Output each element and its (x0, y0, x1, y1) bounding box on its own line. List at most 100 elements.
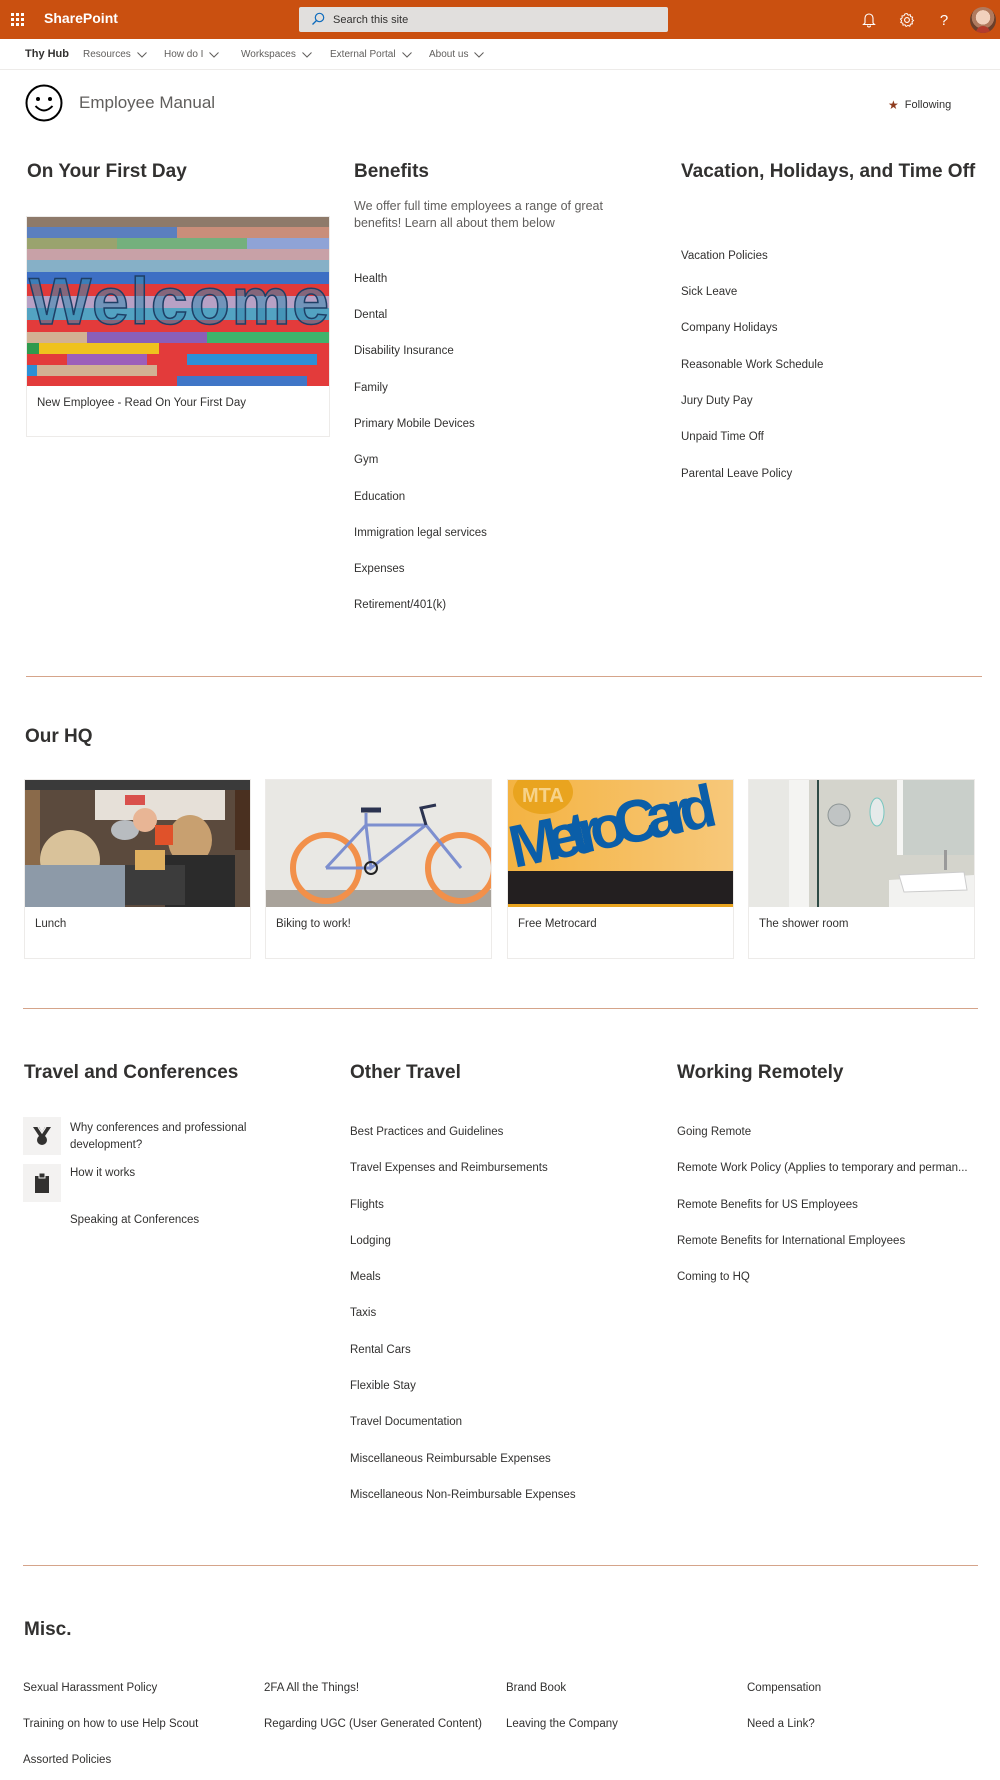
follow-label: Following (904, 99, 952, 111)
chevron-down-icon (209, 51, 220, 58)
other-travel-link[interactable]: Miscellaneous Reimbursable Expenses (350, 1453, 551, 1465)
hq-card-lunch[interactable]: Lunch (24, 779, 251, 959)
app-launcher-icon[interactable] (10, 12, 26, 28)
misc-link[interactable]: Regarding UGC (User Generated Content) (264, 1718, 482, 1730)
vacation-link[interactable]: Parental Leave Policy (681, 468, 792, 480)
hub-nav-how-do-i[interactable]: How do I (164, 49, 220, 60)
card-caption: The shower room (759, 918, 849, 930)
chevron-down-icon (474, 51, 485, 58)
other-travel-link[interactable]: Flights (350, 1199, 384, 1211)
search-icon (312, 12, 325, 25)
hub-home-link[interactable]: Thy Hub (25, 48, 69, 60)
misc-link[interactable]: Brand Book (506, 1682, 566, 1694)
hq-card-shower[interactable]: The shower room (748, 779, 975, 959)
benefits-link[interactable]: Dental (354, 309, 387, 321)
working-remotely-link[interactable]: Going Remote (677, 1126, 751, 1138)
other-travel-link[interactable]: Travel Documentation (350, 1416, 462, 1428)
misc-link[interactable]: 2FA All the Things! (264, 1682, 359, 1694)
benefits-link[interactable]: Disability Insurance (354, 345, 454, 357)
welcome-image: Welcome (27, 217, 329, 386)
search-input[interactable] (333, 7, 653, 32)
hub-nav-label: Workspaces (241, 49, 296, 60)
settings-gear-icon[interactable] (897, 10, 917, 30)
misc-link[interactable]: Leaving the Company (506, 1718, 618, 1730)
vacation-link[interactable]: Unpaid Time Off (681, 431, 764, 443)
benefits-link[interactable]: Gym (354, 454, 378, 466)
section-heading-vacation: Vacation, Holidays, and Time Off (681, 161, 976, 182)
other-travel-link[interactable]: Rental Cars (350, 1344, 411, 1356)
card-caption: Lunch (35, 918, 67, 930)
working-remotely-link[interactable]: Coming to HQ (677, 1271, 750, 1283)
misc-link[interactable]: Compensation (747, 1682, 821, 1694)
hub-nav-resources[interactable]: Resources (83, 49, 147, 60)
other-travel-link[interactable]: Flexible Stay (350, 1380, 416, 1392)
card-caption: Biking to work! (276, 918, 351, 930)
hq-card-metrocard[interactable]: MTA MetroCard Free Metrocard (507, 779, 734, 959)
other-travel-link[interactable]: Meals (350, 1271, 381, 1283)
smiley-face-icon[interactable] (25, 84, 63, 122)
travel-conferences-link[interactable]: How it works (70, 1167, 135, 1179)
misc-link[interactable]: Training on how to use Help Scout (23, 1718, 198, 1730)
other-travel-link[interactable]: Miscellaneous Non-Reimbursable Expenses (350, 1489, 576, 1501)
section-heading-working-remotely: Working Remotely (677, 1062, 844, 1083)
benefits-link[interactable]: Family (354, 382, 388, 394)
hub-nav-about-us[interactable]: About us (429, 49, 485, 60)
misc-link[interactable]: Need a Link? (747, 1718, 815, 1730)
vacation-link[interactable]: Vacation Policies (681, 250, 768, 262)
working-remotely-link[interactable]: Remote Benefits for International Employ… (677, 1235, 905, 1247)
card-caption: New Employee - Read On Your First Day (37, 397, 247, 409)
hub-nav-external-portal[interactable]: External Portal (330, 49, 412, 60)
other-travel-link[interactable]: Lodging (350, 1235, 391, 1247)
card-caption: Free Metrocard (518, 918, 597, 930)
benefits-link[interactable]: Health (354, 273, 387, 285)
sharepoint-brand-link[interactable]: SharePoint (44, 10, 118, 26)
misc-link[interactable]: Sexual Harassment Policy (23, 1682, 157, 1694)
section-heading-benefits: Benefits (354, 161, 429, 182)
vacation-link[interactable]: Reasonable Work Schedule (681, 359, 823, 371)
other-travel-link[interactable]: Travel Expenses and Reimbursements (350, 1162, 548, 1174)
section-heading-travel-conferences: Travel and Conferences (24, 1062, 239, 1083)
benefits-link[interactable]: Immigration legal services (354, 527, 487, 539)
benefits-link[interactable]: Retirement/401(k) (354, 599, 446, 611)
benefits-link[interactable]: Education (354, 491, 405, 503)
follow-button[interactable]: ★ Following (888, 98, 951, 112)
other-travel-link[interactable]: Taxis (350, 1307, 376, 1319)
working-remotely-link[interactable]: Remote Work Policy (Applies to temporary… (677, 1162, 968, 1174)
site-title[interactable]: Employee Manual (79, 93, 215, 113)
user-avatar[interactable] (970, 7, 996, 33)
chevron-down-icon (401, 51, 412, 58)
vacation-link[interactable]: Jury Duty Pay (681, 395, 753, 407)
travel-conferences-link[interactable]: Why conferences and professional develop… (70, 1120, 280, 1154)
help-question-icon[interactable]: ? (934, 10, 954, 30)
svg-text:Welcome: Welcome (29, 264, 329, 338)
working-remotely-link[interactable]: Remote Benefits for US Employees (677, 1199, 858, 1211)
hub-nav-label: Resources (83, 49, 131, 60)
section-heading-first-day: On Your First Day (27, 161, 187, 182)
benefits-link[interactable]: Expenses (354, 563, 405, 575)
chevron-down-icon (301, 51, 312, 58)
vacation-link[interactable]: Company Holidays (681, 322, 778, 334)
misc-link[interactable]: Assorted Policies (23, 1754, 111, 1766)
hub-nav-workspaces[interactable]: Workspaces (241, 49, 312, 60)
hub-nav-label: About us (429, 49, 469, 60)
suite-bar: SharePoint ? (0, 0, 1000, 39)
medal-icon[interactable] (23, 1117, 61, 1155)
site-search-box[interactable] (299, 7, 668, 32)
benefits-link[interactable]: Primary Mobile Devices (354, 418, 475, 430)
first-day-card[interactable]: Welcome New Employee - Read On Your Firs… (26, 216, 330, 437)
star-filled-icon: ★ (888, 98, 899, 112)
vacation-link[interactable]: Sick Leave (681, 286, 737, 298)
clipboard-icon[interactable] (23, 1164, 61, 1202)
section-divider (26, 676, 982, 677)
section-heading-hq: Our HQ (25, 726, 93, 747)
section-divider (23, 1565, 978, 1566)
travel-conferences-link[interactable]: Speaking at Conferences (70, 1214, 199, 1226)
other-travel-link[interactable]: Best Practices and Guidelines (350, 1126, 503, 1138)
hub-nav-label: External Portal (330, 49, 396, 60)
benefits-description: We offer full time employees a range of … (354, 199, 603, 230)
hq-card-biking[interactable]: Biking to work! (265, 779, 492, 959)
section-heading-other-travel: Other Travel (350, 1062, 461, 1083)
notification-bell-icon[interactable] (859, 10, 879, 30)
section-heading-misc: Misc. (24, 1619, 72, 1640)
hub-navigation: Thy Hub Resources How do I Workspaces Ex… (0, 39, 1000, 70)
